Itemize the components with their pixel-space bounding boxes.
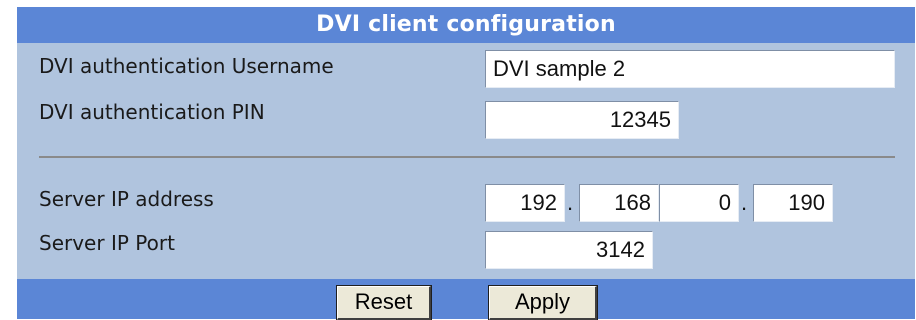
username-input[interactable]: DVI sample 2 (485, 50, 895, 88)
server-port-input[interactable]: 3142 (485, 231, 653, 269)
username-label: DVI authentication Username (39, 54, 334, 78)
pin-label: DVI authentication PIN (39, 100, 265, 124)
button-bar: Reset Apply (17, 279, 915, 320)
ip-separator: . (741, 190, 748, 215)
server-port-label: Server IP Port (39, 231, 175, 255)
dvi-config-panel: DVI client configuration DVI authenticat… (17, 7, 915, 320)
apply-button[interactable]: Apply (488, 285, 598, 320)
panel-title: DVI client configuration (17, 7, 915, 43)
section-divider (39, 156, 895, 158)
server-ip-octet-3[interactable]: 0 (659, 184, 739, 222)
server-ip-octet-2[interactable]: 168 (579, 184, 659, 222)
server-ip-octet-1[interactable]: 192 (485, 184, 565, 222)
server-ip-octet-4[interactable]: 190 (753, 184, 833, 222)
ip-separator: . (567, 190, 574, 215)
server-ip-label: Server IP address (39, 187, 214, 211)
pin-input[interactable]: 12345 (485, 101, 679, 139)
reset-button[interactable]: Reset (336, 285, 432, 320)
